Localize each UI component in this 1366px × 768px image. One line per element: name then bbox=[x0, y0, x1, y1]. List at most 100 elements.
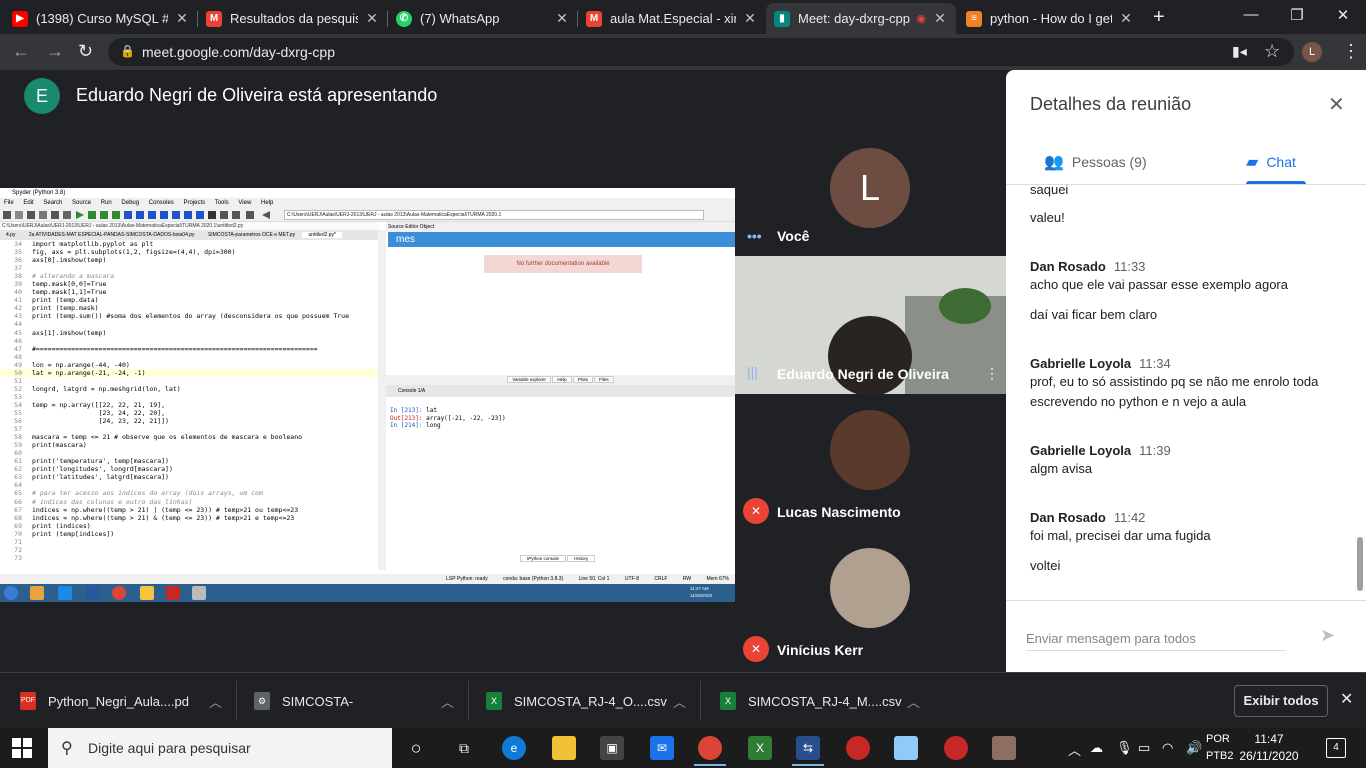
cortana-icon[interactable]: ○ bbox=[404, 736, 428, 760]
chevron-up-icon[interactable]: ︿ bbox=[1068, 740, 1081, 759]
close-icon[interactable]: ✕ bbox=[932, 10, 948, 27]
editor-tab-active[interactable]: untitled2.py* bbox=[302, 232, 343, 238]
menu-item[interactable]: View bbox=[238, 200, 251, 206]
close-icon[interactable]: ✕ bbox=[174, 10, 190, 27]
spyder-icon bbox=[166, 586, 180, 600]
menu-item[interactable]: Consoles bbox=[149, 200, 174, 206]
close-icon[interactable]: ✕ bbox=[742, 10, 758, 27]
editor-scrollbar[interactable] bbox=[378, 230, 386, 570]
menu-item[interactable]: Edit bbox=[23, 200, 33, 206]
minimize-icon[interactable]: — bbox=[1228, 6, 1274, 23]
menu-item[interactable]: File bbox=[4, 200, 14, 206]
wifi-icon[interactable]: ◠ bbox=[1162, 740, 1173, 756]
more-options-icon[interactable]: ••• bbox=[747, 228, 762, 244]
pane-tab[interactable]: Files bbox=[594, 376, 614, 383]
menu-item[interactable]: Debug bbox=[121, 200, 139, 206]
close-icon[interactable]: ✕ bbox=[1340, 689, 1353, 709]
url-field[interactable]: 🔒 meet.google.com/day-dxrg-cpp bbox=[108, 38, 1294, 66]
mail-icon[interactable]: ✉ bbox=[650, 736, 674, 760]
star-icon[interactable]: ☆ bbox=[1264, 41, 1280, 62]
menu-item[interactable]: Projects bbox=[183, 200, 205, 206]
volume-icon[interactable]: 🔊 bbox=[1186, 740, 1202, 756]
show-all-button[interactable]: Exibir todos bbox=[1234, 685, 1328, 717]
code-editor[interactable]: 34 import matplotlib.pyplot as plt 35 fig, … bbox=[0, 240, 378, 570]
back-icon[interactable]: ← bbox=[12, 41, 30, 62]
tab-meet[interactable]: ▮ Meet: day-dxrg-cpp ◉ ✕ bbox=[766, 3, 956, 34]
chevron-up-icon[interactable]: ︿ bbox=[441, 692, 454, 711]
app-icon[interactable] bbox=[894, 736, 918, 760]
reload-icon[interactable]: ↻ bbox=[78, 41, 93, 62]
menu-item[interactable]: Tools bbox=[215, 200, 229, 206]
participant-tile-vinicius[interactable]: ✕ Vinícius Kerr bbox=[735, 532, 1006, 670]
participant-tile-self[interactable]: L ••• Você bbox=[735, 118, 1006, 256]
menu-item[interactable]: Run bbox=[101, 200, 112, 206]
more-options-icon[interactable]: ⋮ bbox=[985, 365, 999, 382]
new-tab-icon[interactable]: + bbox=[1153, 6, 1165, 29]
windows-start-icon[interactable] bbox=[12, 738, 32, 758]
tab-gmail-search[interactable]: M Resultados da pesquisa ✕ bbox=[198, 3, 388, 34]
file-explorer-icon[interactable] bbox=[552, 736, 576, 760]
pane-tab[interactable]: Variable explorer bbox=[507, 376, 552, 383]
toolbar-icons[interactable] bbox=[0, 208, 280, 222]
language-indicator[interactable]: POR PTB2 bbox=[1206, 731, 1234, 765]
spyder-icon[interactable] bbox=[944, 736, 968, 760]
tab-whatsapp[interactable]: ✆ (7) WhatsApp ✕ bbox=[388, 3, 578, 34]
tab-stackoverflow[interactable]: ≡ python - How do I get t ✕ bbox=[958, 3, 1142, 34]
task-view-icon[interactable]: ⧉ bbox=[452, 736, 476, 760]
network-icon[interactable]: ▭ bbox=[1138, 740, 1150, 756]
download-item[interactable]: X SIMCOSTA_RJ-4_M....csv ︿ bbox=[720, 673, 934, 729]
menu-item[interactable]: Search bbox=[43, 200, 62, 206]
participant-tile-lucas[interactable]: ✕ Lucas Nascimento bbox=[735, 394, 1006, 532]
ipython-console[interactable]: In [213]: lat Out[213]: array([-21, -22, … bbox=[388, 397, 729, 555]
chrome-icon[interactable] bbox=[694, 736, 726, 766]
clock[interactable]: 11:47 26/11/2020 bbox=[1232, 731, 1306, 765]
chat-messages: saquei valeu! Dan Rosado 11:33 acho que e… bbox=[1006, 185, 1356, 599]
edge-icon[interactable]: e bbox=[502, 736, 526, 760]
tab-youtube[interactable]: ▶ (1398) Curso MySQL #1 ✕ bbox=[4, 3, 198, 34]
chat-input[interactable]: Enviar mensagem para todos bbox=[1026, 631, 1286, 651]
taskbar-search[interactable]: ⚲ Digite aqui para pesquisar bbox=[48, 728, 392, 768]
tab-gmail-aula[interactable]: M aula Mat.Especial - ximi ✕ bbox=[578, 3, 766, 34]
send-icon[interactable]: ➤ bbox=[1320, 625, 1335, 646]
close-icon[interactable]: ✕ bbox=[1118, 10, 1134, 27]
pane-tab[interactable]: Plots bbox=[572, 376, 593, 383]
editor-tab[interactable]: 2a ATIVIDADES-MAT ESPECIAL-PANDAS-SIMCOS… bbox=[23, 232, 201, 238]
editor-tab[interactable]: 4.py bbox=[0, 232, 21, 238]
working-dir-field[interactable]: C:\Users\UERJ\Aulas\UERJ-2013\UERJ - aul… bbox=[284, 210, 704, 220]
console-tab[interactable]: Console 1/A bbox=[386, 385, 735, 397]
menu-icon[interactable]: ⋮ bbox=[1342, 41, 1360, 62]
close-icon[interactable]: ✕ bbox=[554, 10, 570, 27]
download-item[interactable]: X SIMCOSTA_RJ-4_O....csv ︿ bbox=[486, 673, 700, 729]
microphone-icon[interactable]: 🎙 bbox=[1116, 740, 1133, 756]
close-icon[interactable]: ✕ bbox=[1328, 92, 1345, 117]
tab-title: (7) WhatsApp bbox=[420, 11, 500, 26]
tab-people[interactable]: 👥 Pessoas (9) bbox=[1044, 152, 1147, 172]
window-close-icon[interactable]: ✕ bbox=[1320, 6, 1366, 24]
profile-avatar[interactable]: L bbox=[1302, 42, 1322, 62]
participant-tile-eduardo[interactable]: ||| Eduardo Negri de Oliveira ⋮ bbox=[735, 256, 1006, 394]
remote-desktop-icon[interactable]: ⇆ bbox=[792, 736, 824, 766]
maximize-icon[interactable]: ❐ bbox=[1274, 6, 1320, 24]
spyder-icon[interactable] bbox=[846, 736, 870, 760]
console-bottom-tab[interactable]: IPython console bbox=[520, 555, 567, 562]
console-bottom-tab[interactable]: History bbox=[567, 555, 596, 562]
forward-icon[interactable]: → bbox=[46, 41, 64, 62]
chevron-up-icon[interactable]: ︿ bbox=[907, 692, 920, 711]
chevron-up-icon[interactable]: ︿ bbox=[673, 692, 686, 711]
chevron-up-icon[interactable]: ︿ bbox=[209, 692, 222, 711]
notification-icon[interactable]: 4 bbox=[1326, 738, 1346, 758]
pane-tab[interactable]: Help bbox=[552, 376, 572, 383]
camera-icon[interactable]: ▮◂ bbox=[1232, 43, 1247, 60]
chat-scrollbar[interactable] bbox=[1357, 537, 1363, 591]
store-icon[interactable]: ▣ bbox=[600, 736, 624, 760]
excel-icon[interactable]: X bbox=[748, 736, 772, 760]
download-item[interactable]: PDF Python_Negri_Aula....pd ︿ bbox=[20, 673, 236, 729]
cloud-icon[interactable]: ☁ bbox=[1090, 740, 1103, 756]
tab-chat[interactable]: ▰ Chat bbox=[1246, 152, 1296, 172]
menu-item[interactable]: Help bbox=[261, 200, 273, 206]
paint-icon[interactable] bbox=[992, 736, 1016, 760]
download-item[interactable]: ⚙ SIMCOSTA- ︿ bbox=[254, 673, 468, 729]
close-icon[interactable]: ✕ bbox=[364, 10, 380, 27]
editor-tab[interactable]: SIMCOSTA-parametros OCE e MET.py bbox=[202, 232, 301, 238]
menu-item[interactable]: Source bbox=[72, 200, 91, 206]
